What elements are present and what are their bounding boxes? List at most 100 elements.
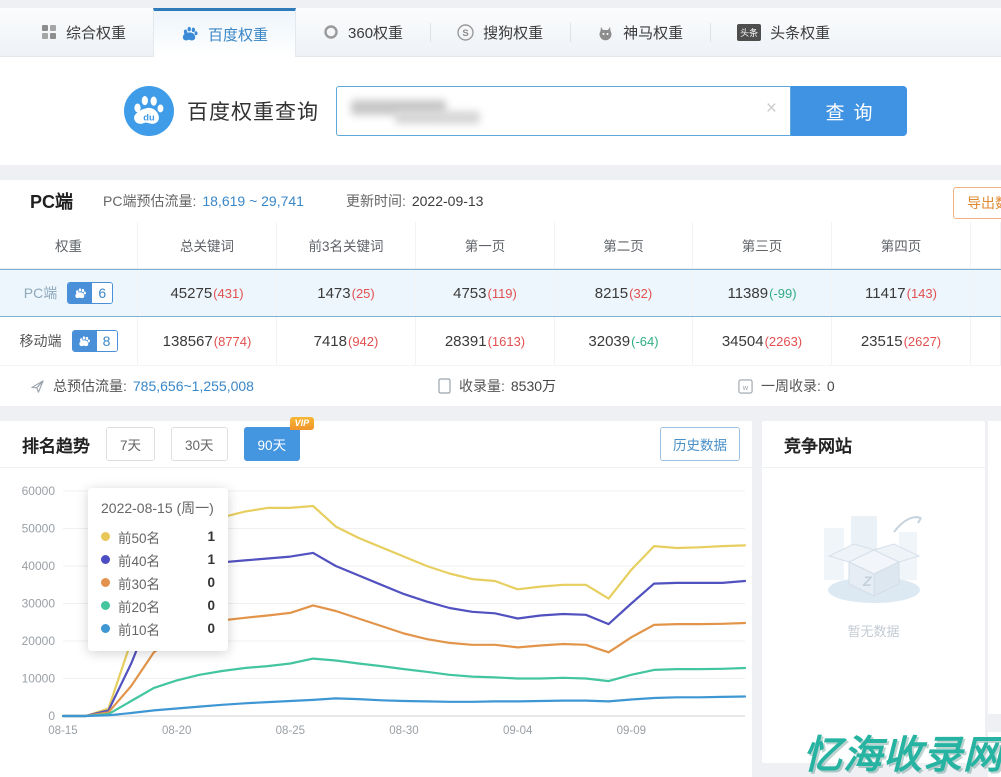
tab-label: 头条权重 <box>770 22 830 43</box>
series-label: 前10名 <box>118 619 160 639</box>
query-button[interactable]: 查询 <box>791 86 907 136</box>
col-header: 第一页 <box>416 222 555 268</box>
series-dot <box>101 578 110 587</box>
grid-icon <box>41 24 57 40</box>
stat-indexed-pages: 收录量: 8530万 <box>438 376 738 396</box>
keyword-table: 权重 总关键词 前3名关键词 第一页 第二页 第三页 第四页 PC端 6 452… <box>0 222 1001 365</box>
svg-text:09-04: 09-04 <box>503 725 533 737</box>
range-button-30d[interactable]: 30天 <box>171 427 228 461</box>
search-box: × 查询 <box>336 86 907 136</box>
empty-data-text: 暂无数据 <box>847 621 899 640</box>
circle-icon <box>323 24 339 40</box>
cell-value: 8215 <box>595 285 628 302</box>
table-row-pc: PC端 6 45275(431) 1473(25) 4753(119) 8215… <box>0 269 1001 317</box>
section-title: PC端 <box>30 188 73 214</box>
cell-value: 11417 <box>865 285 906 302</box>
series-value: 0 <box>207 621 215 636</box>
clear-input-icon[interactable]: × <box>766 99 777 118</box>
col-header: 权重 <box>0 222 138 268</box>
stat-week-indexed: w 一周收录: 0 <box>738 376 835 396</box>
row-name: 移动端 <box>20 331 62 351</box>
table-row-mobile: 移动端 8 138567(8774) 7418(942) 28391(1613)… <box>0 317 1001 365</box>
cell-delta: (2263) <box>765 334 803 349</box>
top-strip <box>0 0 1001 8</box>
cell-delta: (119) <box>487 286 516 301</box>
tab-label: 360权重 <box>348 22 403 43</box>
row-name: PC端 <box>24 283 57 303</box>
update-time-label: 更新时间: <box>346 191 406 211</box>
summary-header: PC端 PC端预估流量: 18,619 ~ 29,741 更新时间: 2022-… <box>0 180 1001 222</box>
tab-toutiao-weight[interactable]: 头条 头条权重 <box>710 8 857 56</box>
svg-text:w: w <box>742 382 749 391</box>
weight-badge: 8 <box>72 330 118 352</box>
week-icon: w <box>738 379 753 394</box>
svg-text:S: S <box>462 28 468 39</box>
series-value: 0 <box>207 575 215 590</box>
cell-value: 28391 <box>445 333 487 350</box>
page-title: 百度权重查询 <box>187 96 319 126</box>
tab-shenma-weight[interactable]: 神马权重 <box>570 8 710 56</box>
cell-value: 23515 <box>861 333 903 350</box>
cell-value: 34504 <box>722 333 764 350</box>
tab-sogou-weight[interactable]: S 搜狗权重 <box>430 8 570 56</box>
svg-text:09-09: 09-09 <box>617 725 646 737</box>
cell-value: 4753 <box>453 285 486 302</box>
history-data-button[interactable]: 历史数据 <box>660 427 740 461</box>
stat-value: 0 <box>827 378 835 394</box>
search-input[interactable]: × <box>336 86 791 136</box>
svg-text:du: du <box>143 112 155 122</box>
baidu-logo-icon: du <box>124 86 174 136</box>
tab-360-weight[interactable]: 360权重 <box>296 8 430 56</box>
competitor-sites-card: 竞争网站 Z 暂无数据 <box>762 421 985 763</box>
tab-composite-weight[interactable]: 综合权重 <box>14 8 153 56</box>
sogou-s-icon: S <box>457 24 474 41</box>
cell-value: 7418 <box>314 333 347 350</box>
export-data-button[interactable]: 导出数据 <box>953 187 1001 219</box>
stat-value: 785,656~1,255,008 <box>133 378 254 394</box>
cell-delta: (2627) <box>904 334 942 349</box>
svg-text:Z: Z <box>862 573 872 589</box>
tab-label: 神马权重 <box>623 22 683 43</box>
col-header: 第三页 <box>693 222 832 268</box>
rank-trend-card: 排名趋势 7天 30天 90天 VIP 历史数据 010000200003000… <box>0 421 752 777</box>
weight-value: 8 <box>97 331 117 351</box>
weight-value: 6 <box>92 283 112 303</box>
svg-text:50000: 50000 <box>22 522 56 536</box>
cell-delta: (25) <box>352 286 375 301</box>
series-value: 1 <box>207 529 215 544</box>
series-label: 前30名 <box>118 573 160 593</box>
svg-text:08-25: 08-25 <box>276 725 305 737</box>
cell-delta: (8774) <box>214 334 252 349</box>
cell-delta: (942) <box>348 334 378 349</box>
baidu-paw-icon <box>181 25 199 43</box>
chart-tooltip: 2022-08-15 (周一) 前50名1 前40名1 前30名0 前20名0 … <box>88 488 228 651</box>
tab-label: 百度权重 <box>208 24 268 45</box>
chart-header: 排名趋势 7天 30天 90天 VIP 历史数据 <box>0 421 752 468</box>
update-time-value: 2022-09-13 <box>412 193 484 209</box>
tab-baidu-weight[interactable]: 百度权重 <box>153 8 296 57</box>
series-dot <box>101 532 110 541</box>
range-button-7d[interactable]: 7天 <box>106 427 155 461</box>
cell-cut <box>971 270 1001 316</box>
tooltip-row: 前30名 0 <box>101 571 215 594</box>
tooltip-row: 前20名 0 <box>101 594 215 617</box>
tooltip-row: 前40名1 <box>101 548 215 571</box>
col-header: 前3名关键词 <box>277 222 416 268</box>
competitor-title: 竞争网站 <box>762 421 985 468</box>
tab-label: 搜狗权重 <box>483 22 543 43</box>
range-button-90d[interactable]: 90天 VIP <box>244 427 301 461</box>
tab-label: 综合权重 <box>66 22 126 43</box>
cell-delta: (143) <box>907 286 937 301</box>
range-label: 90天 <box>258 438 287 453</box>
series-label: 前50名 <box>118 527 160 547</box>
svg-text:0: 0 <box>48 709 55 723</box>
svg-text:20000: 20000 <box>22 634 56 648</box>
svg-text:60000: 60000 <box>22 484 56 498</box>
cell-value: 45275 <box>170 285 212 302</box>
series-dot <box>101 601 110 610</box>
cell-delta: (1613) <box>488 334 526 349</box>
series-value: 0 <box>207 598 215 613</box>
series-label: 前20名 <box>118 596 160 616</box>
series-dot <box>101 624 110 633</box>
chart-title: 排名趋势 <box>22 432 90 457</box>
